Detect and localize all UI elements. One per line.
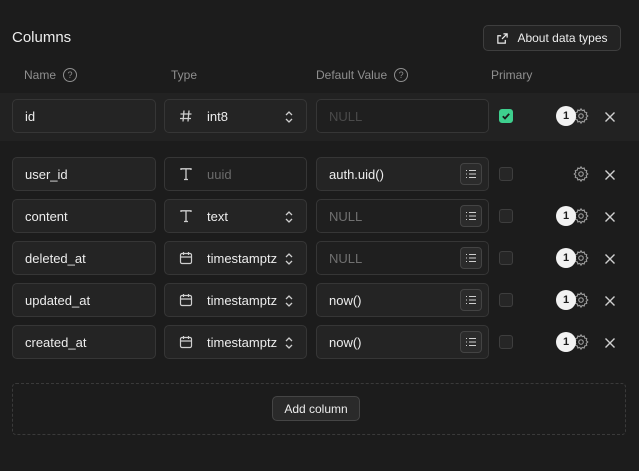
primary-key-checkbox[interactable] (499, 251, 513, 265)
column-row: id int8 NULL 1 (0, 93, 639, 141)
count-badge: 1 (556, 290, 576, 310)
text-t-icon (177, 167, 195, 181)
calendar-icon (177, 335, 195, 349)
hash-icon (177, 109, 195, 123)
chevron-up-down-icon (284, 293, 294, 312)
column-row: content text NULL 1 (0, 199, 639, 235)
about-data-types-button[interactable]: About data types (483, 25, 621, 51)
column-type-value: text (207, 208, 228, 224)
header-default-label: Default Value (316, 68, 388, 82)
header-name: Name ? (24, 68, 78, 82)
header-default: Default Value ? (316, 68, 409, 82)
close-icon[interactable] (604, 110, 616, 128)
default-value-text: now() (329, 334, 362, 350)
count-badge: 1 (556, 206, 576, 226)
list-icon (465, 337, 477, 347)
add-column-button[interactable]: Add column (272, 396, 360, 421)
list-icon (465, 169, 477, 179)
primary-key-checkbox[interactable] (499, 293, 513, 307)
column-type-select[interactable]: timestamptz (164, 283, 307, 317)
header-primary-label: Primary (491, 68, 533, 82)
column-name-value: id (25, 108, 36, 124)
default-value-input[interactable]: NULL (316, 99, 489, 133)
default-value-text: auth.uid() (329, 166, 384, 182)
suggestions-list-button[interactable] (460, 247, 482, 269)
column-name-value: created_at (25, 334, 87, 350)
default-value-input[interactable]: NULL (316, 241, 489, 275)
default-value-input[interactable]: now() (316, 325, 489, 359)
list-icon (465, 253, 477, 263)
header-type: Type (171, 68, 197, 82)
header-name-label: Name (24, 68, 57, 82)
add-column-label: Add column (284, 401, 348, 416)
close-icon[interactable] (604, 252, 616, 270)
default-value-input[interactable]: auth.uid() (316, 157, 489, 191)
chevron-up-down-icon (284, 109, 294, 128)
column-row: deleted_at timestamptz NULL 1 (0, 241, 639, 277)
column-row: created_at timestamptz now() 1 (0, 325, 639, 361)
close-icon[interactable] (604, 294, 616, 312)
column-type-select[interactable]: text (164, 199, 307, 233)
calendar-icon (177, 251, 195, 265)
gear-icon[interactable] (572, 165, 590, 188)
default-value-placeholder: NULL (329, 108, 363, 124)
primary-key-checkbox[interactable] (499, 167, 513, 181)
primary-key-checkbox[interactable] (499, 109, 513, 123)
chevron-up-down-icon (284, 209, 294, 228)
column-row: user_id uuid auth.uid() (0, 157, 639, 193)
column-name-value: deleted_at (25, 250, 86, 266)
column-name-input[interactable]: id (12, 99, 156, 133)
default-value-placeholder: NULL (329, 250, 363, 266)
column-name-input[interactable]: user_id (12, 157, 156, 191)
chevron-up-down-icon (284, 251, 294, 270)
check-icon (500, 110, 512, 121)
column-name-value: updated_at (25, 292, 91, 308)
suggestions-list-button[interactable] (460, 205, 482, 227)
column-type-select[interactable]: timestamptz (164, 325, 307, 359)
column-type-value: int8 (207, 108, 228, 124)
close-icon[interactable] (604, 210, 616, 228)
header-primary: Primary (491, 68, 532, 82)
default-value-input[interactable]: NULL (316, 199, 489, 233)
external-link-icon (497, 32, 509, 44)
column-type-value: timestamptz (207, 250, 278, 266)
column-type-value: timestamptz (207, 334, 278, 350)
list-icon (465, 211, 477, 221)
calendar-icon (177, 293, 195, 307)
column-name-input[interactable]: created_at (12, 325, 156, 359)
help-icon[interactable]: ? (394, 68, 409, 82)
count-badge: 1 (556, 106, 576, 126)
column-name-input[interactable]: deleted_at (12, 241, 156, 275)
column-type-select[interactable]: uuid (164, 157, 307, 191)
close-icon[interactable] (604, 168, 616, 186)
chevron-up-down-icon (284, 335, 294, 354)
text-t-icon (177, 209, 195, 223)
column-type-value: timestamptz (207, 292, 278, 308)
list-icon (465, 295, 477, 305)
columns-title: Columns (12, 29, 72, 46)
suggestions-list-button[interactable] (460, 163, 482, 185)
column-type-select[interactable]: timestamptz (164, 241, 307, 275)
default-value-input[interactable]: now() (316, 283, 489, 317)
default-value-text: now() (329, 292, 362, 308)
help-icon[interactable]: ? (63, 68, 78, 82)
column-name-input[interactable]: content (12, 199, 156, 233)
column-name-input[interactable]: updated_at (12, 283, 156, 317)
column-row: updated_at timestamptz now() 1 (0, 283, 639, 319)
primary-key-checkbox[interactable] (499, 209, 513, 223)
about-data-types-label: About data types (517, 31, 608, 45)
primary-key-checkbox[interactable] (499, 335, 513, 349)
default-value-placeholder: NULL (329, 208, 363, 224)
column-type-select[interactable]: int8 (164, 99, 307, 133)
count-badge: 1 (556, 248, 576, 268)
column-name-value: user_id (25, 166, 68, 182)
close-icon[interactable] (604, 336, 616, 354)
suggestions-list-button[interactable] (460, 331, 482, 353)
count-badge: 1 (556, 332, 576, 352)
suggestions-list-button[interactable] (460, 289, 482, 311)
column-type-value: uuid (207, 166, 232, 182)
header-type-label: Type (171, 68, 198, 82)
column-name-value: content (25, 208, 68, 224)
